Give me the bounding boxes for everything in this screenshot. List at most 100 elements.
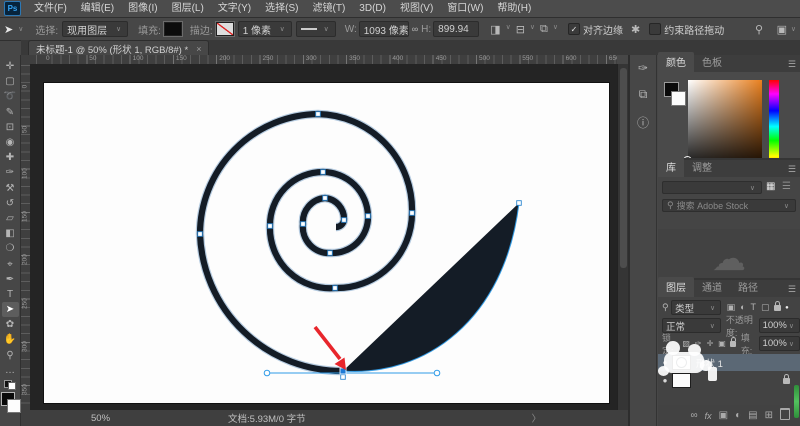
tab-paths[interactable]: 路径 (730, 277, 766, 297)
menu-滤镜[interactable]: 滤镜(T) (306, 1, 353, 17)
link-layers-icon[interactable]: ∞ (691, 410, 698, 421)
lasso-tool[interactable]: ➰ (2, 89, 19, 104)
visibility-eye-icon[interactable]: ● (658, 376, 672, 385)
anchor-point[interactable] (410, 211, 415, 216)
anchor-point[interactable] (198, 232, 203, 237)
layer-thumbnail[interactable] (672, 373, 691, 388)
stroke-swatch[interactable] (216, 22, 234, 36)
canvas-viewport[interactable] (30, 64, 617, 410)
tab-color[interactable]: 颜色 (658, 52, 694, 72)
hand-tool[interactable]: ✋ (2, 332, 19, 347)
fill-swatch[interactable] (164, 22, 182, 36)
layer-row-background[interactable]: ● (658, 372, 800, 389)
library-select-dropdown[interactable]: ∨ (662, 181, 762, 194)
constrain-path-checkbox[interactable] (649, 23, 661, 35)
add-mask-icon[interactable]: ▣ (719, 410, 728, 421)
bezier-handle-endpoint[interactable] (264, 370, 270, 376)
chevron-down-icon[interactable]: ∨ (506, 23, 511, 36)
menu-3D[interactable]: 3D(D) (352, 1, 393, 17)
select-mode-dropdown[interactable]: 现用图层∨ (62, 21, 128, 37)
filter-type-layers-icon[interactable]: T (751, 302, 757, 313)
menu-图像[interactable]: 图像(I) (121, 1, 164, 17)
anchor-point[interactable] (268, 224, 273, 229)
layer-effects-icon[interactable]: fx (705, 411, 712, 421)
tab-adjustments[interactable]: 调整 (684, 157, 720, 177)
eraser-tool[interactable]: ▱ (2, 211, 19, 226)
panel-menu-icon[interactable]: ☰ (788, 59, 796, 70)
path-selection-tool[interactable]: ➤ (2, 302, 19, 317)
workspace-icon[interactable]: ▣ (777, 23, 787, 36)
panel-fg-bg-swatches[interactable] (664, 82, 686, 108)
menu-文件[interactable]: 文件(F) (27, 1, 74, 17)
height-input[interactable]: 899.94 (433, 21, 479, 37)
menu-帮助[interactable]: 帮助(H) (490, 1, 538, 17)
menu-文字[interactable]: 文字(Y) (211, 1, 258, 17)
filter-pixel-layers-icon[interactable]: ▣ (727, 302, 736, 313)
brush-tool[interactable]: ✑ (2, 165, 19, 180)
anchor-point[interactable] (321, 170, 326, 175)
close-tab-icon[interactable]: × (196, 44, 201, 54)
spiral-stroke[interactable] (200, 114, 412, 371)
menu-编辑[interactable]: 编辑(E) (74, 1, 121, 17)
crop-tool[interactable]: ⊡ (2, 120, 19, 135)
quick-selection-tool[interactable]: ✎ (2, 105, 19, 120)
clone-stamp-tool[interactable]: ⚒ (2, 181, 19, 196)
adjustment-layer-icon[interactable]: ◐ (735, 410, 741, 421)
list-view-icon[interactable]: ☰ (782, 181, 791, 192)
type-tool[interactable]: T (2, 287, 19, 302)
chevron-down-icon[interactable]: ∨ (530, 23, 535, 36)
tab-layers[interactable]: 图层 (658, 277, 694, 297)
link-dimensions-icon[interactable]: ∞ (412, 24, 418, 34)
blur-tool[interactable]: ❍ (2, 241, 19, 256)
info-panel-icon[interactable]: ⓘ (637, 114, 649, 131)
anchor-point[interactable] (301, 222, 306, 227)
new-group-icon[interactable]: ▤ (748, 410, 757, 421)
lock-move-icon[interactable]: ✛ (707, 339, 714, 348)
dodge-tool[interactable]: ⌖ (2, 256, 19, 271)
chevron-down-icon[interactable]: ∨ (791, 25, 796, 33)
lock-artboard-icon[interactable]: ▣ (718, 339, 726, 348)
anchor-point[interactable] (366, 214, 371, 219)
new-layer-icon[interactable]: ⊞ (765, 410, 773, 421)
stroke-width-dropdown[interactable]: 1 像素∨ (238, 21, 292, 37)
panel-menu-icon[interactable]: ☰ (788, 164, 796, 175)
library-search-input[interactable]: ⚲ 搜索 Adobe Stock ∨ (662, 199, 796, 212)
panel-menu-icon[interactable]: ☰ (788, 284, 796, 295)
marquee-tool[interactable]: ▢ (2, 74, 19, 89)
photoshop-logo[interactable]: Ps (4, 1, 21, 16)
grid-view-icon[interactable]: ▦ (766, 181, 775, 192)
custom-shape-tool[interactable]: ✿ (2, 317, 19, 332)
pen-tool[interactable]: ✒ (2, 272, 19, 287)
history-brush-tool[interactable]: ↺ (2, 196, 19, 211)
anchor-point[interactable] (341, 375, 346, 380)
menu-图层[interactable]: 图层(L) (165, 1, 211, 17)
document-tab[interactable]: 未标题-1 @ 50% (形状 1, RGB/8#) * × (28, 40, 209, 56)
anchor-point[interactable] (342, 218, 347, 223)
menu-选择[interactable]: 选择(S) (258, 1, 305, 17)
anchor-point[interactable] (316, 112, 321, 117)
clone-source-panel-icon[interactable]: ⧉ (639, 87, 648, 102)
gradient-tool[interactable]: ◧ (2, 226, 19, 241)
delete-layer-icon[interactable] (780, 408, 790, 423)
menu-窗口[interactable]: 窗口(W) (440, 1, 490, 17)
zoom-level-field[interactable]: 50% (91, 413, 110, 424)
chevron-down-icon[interactable]: ∨ (553, 23, 558, 36)
filter-toggle-icon[interactable]: ● (785, 305, 789, 311)
anchor-point[interactable] (323, 196, 328, 201)
zoom-tool[interactable]: ⚲ (2, 348, 19, 363)
anchor-point[interactable] (333, 286, 338, 291)
panel-scrollbar-thumb[interactable] (794, 385, 799, 418)
filter-shape-layers-icon[interactable]: ▢ (761, 302, 770, 313)
healing-brush-tool[interactable]: ✚ (2, 150, 19, 165)
fill-input[interactable]: 100%∨ (759, 336, 800, 351)
lock-all-icon[interactable] (730, 341, 735, 347)
brush-settings-panel-icon[interactable]: ✑ (638, 61, 648, 75)
align-edges-checkbox[interactable]: ✓ (568, 23, 580, 35)
move-tool[interactable]: ✛ (2, 59, 19, 74)
gear-icon[interactable]: ✱ (631, 23, 640, 36)
layer-filter-dropdown[interactable]: 类型∨ (671, 300, 721, 315)
edit-toolbar[interactable]: … (2, 363, 19, 378)
width-input[interactable]: 1093 像素 (359, 21, 409, 37)
chevron-down-icon[interactable]: ∨ (18, 25, 23, 33)
filter-lock-icon[interactable] (774, 305, 781, 311)
